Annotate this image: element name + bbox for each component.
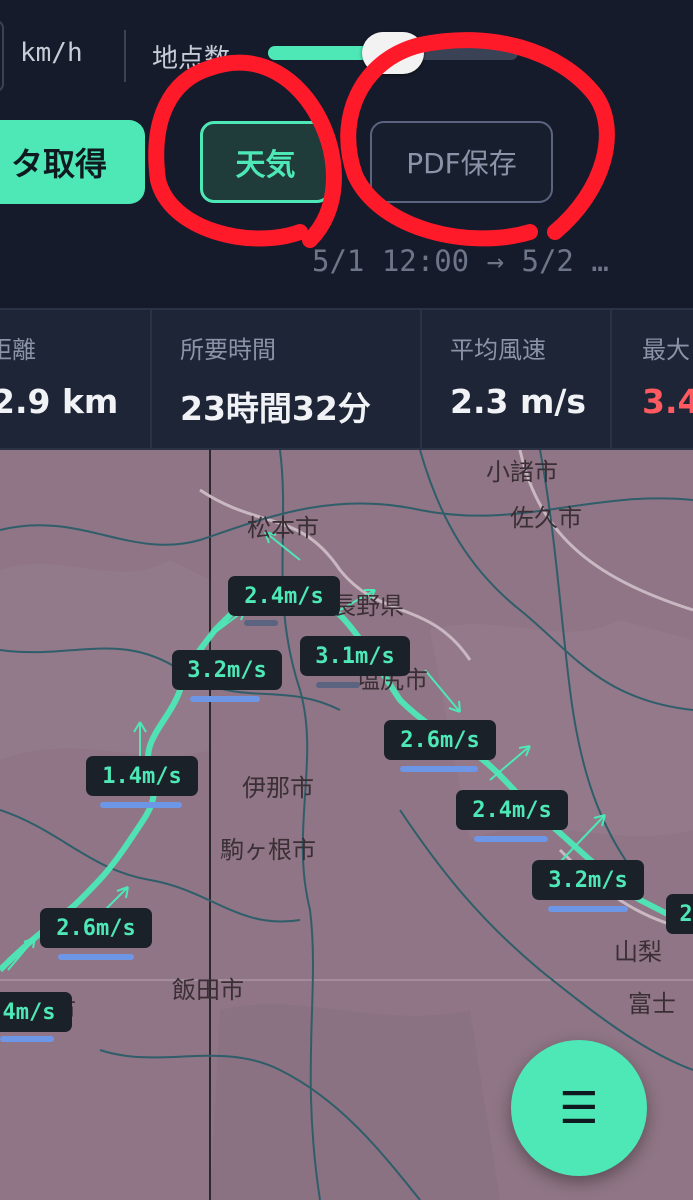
wind-bar [474,836,548,842]
slider-thumb[interactable] [362,32,424,74]
place-ina: 伊那市 [242,774,314,802]
wind-bar [316,682,360,688]
wind-label[interactable]: 3.1m/s [300,636,410,676]
wind-label[interactable]: 3.2m/s [532,860,644,900]
divider [124,30,126,82]
wind-bar [58,954,134,960]
wind-label[interactable]: 2 [666,894,693,934]
wind-bar [548,906,628,912]
stat-distance-label: 距離 [0,336,36,364]
place-matsumoto: 松本市 [247,514,319,542]
place-nagano-pref: 長野県 [332,592,404,620]
date-range: 5/1 12:00 → 5/2 … [312,244,609,278]
weather-button[interactable]: 天気 [200,121,331,203]
fetch-data-label: タ取得 [10,145,107,183]
stats-panel: 距離 2.9 km 所要時間 23時間32分 平均風速 2.3 m/s 最大 3… [0,308,693,450]
wind-label[interactable]: 3.2m/s [172,650,282,690]
stat-duration-label: 所要時間 [180,336,276,364]
wind-label[interactable]: 2.6m/s [384,720,496,760]
wind-bar [244,620,278,626]
stat-avg-wind: 平均風速 2.3 m/s [422,310,610,448]
pdf-save-button[interactable]: PDF保存 [370,121,553,203]
points-slider[interactable] [268,32,518,74]
weather-label: 天気 [235,148,296,183]
menu-icon: ☰ [559,1082,599,1134]
wind-bar [100,802,182,808]
fetch-data-button[interactable]: タ取得 [0,120,145,204]
speed-input[interactable] [0,20,4,92]
wind-label[interactable]: 1.4m/s [86,756,198,796]
wind-bar [400,766,478,772]
stat-duration: 所要時間 23時間32分 [152,310,420,448]
wind-label[interactable]: 4m/s [0,992,72,1032]
stat-duration-value: 23時間32分 [180,389,371,428]
stat-max-wind-value: 3.4 [642,382,693,421]
menu-button[interactable]: ☰ [511,1040,647,1176]
wind-bar [190,696,260,702]
place-saku: 佐久市 [510,504,582,532]
place-yamanashi: 山梨 [614,938,662,966]
stat-distance-value: 2.9 km [0,382,119,421]
place-komagane: 駒ヶ根市 [220,836,316,864]
stat-max-wind-label: 最大 [642,336,690,364]
place-fuji: 富士 [628,990,676,1018]
points-count-label: 地点数 [152,44,231,74]
wind-label[interactable]: 2.6m/s [40,908,152,948]
pdf-save-label: PDF保存 [406,147,517,180]
wind-label[interactable]: 2.4m/s [228,576,340,616]
wind-bar [0,1036,54,1042]
stat-max-wind: 最大 3.4 [612,310,693,448]
place-iida: 飯田市 [172,976,244,1004]
stat-distance: 距離 2.9 km [0,310,150,448]
place-komoro: 小諸市 [486,458,558,486]
stat-avg-wind-value: 2.3 m/s [450,382,587,421]
speed-unit-label: km/h [20,38,83,68]
stat-avg-wind-label: 平均風速 [450,336,546,364]
wind-label[interactable]: 2.4m/s [456,790,568,830]
top-bar: km/h 地点数 タ取得 天気 PDF保存 5/1 12:00 → 5/2 … [0,0,693,310]
